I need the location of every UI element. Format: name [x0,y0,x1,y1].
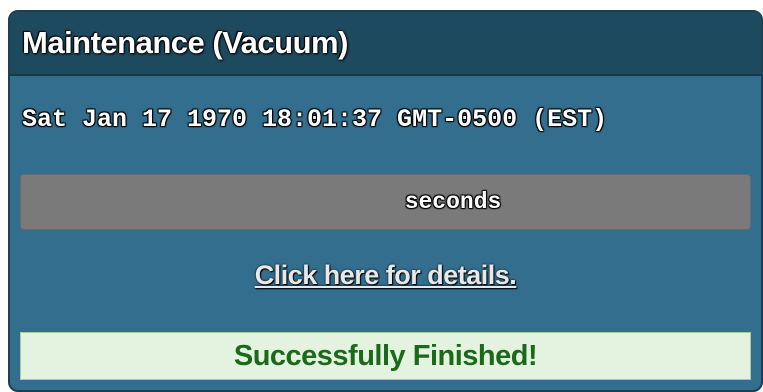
maintenance-panel: Maintenance (Vacuum) Sat Jan 17 1970 18:… [8,10,763,392]
panel-header: Maintenance (Vacuum) [10,12,761,76]
status-text: Successfully Finished! [233,339,538,372]
progress-bar: seconds [20,174,751,230]
details-link[interactable]: Click here for details. [10,260,761,291]
progress-label: seconds [404,189,502,215]
timestamp-text: Sat Jan 17 1970 18:01:37 GMT-0500 (EST) [22,105,608,134]
panel-title: Maintenance (Vacuum) [22,25,348,60]
status-box: Successfully Finished! [20,332,751,380]
